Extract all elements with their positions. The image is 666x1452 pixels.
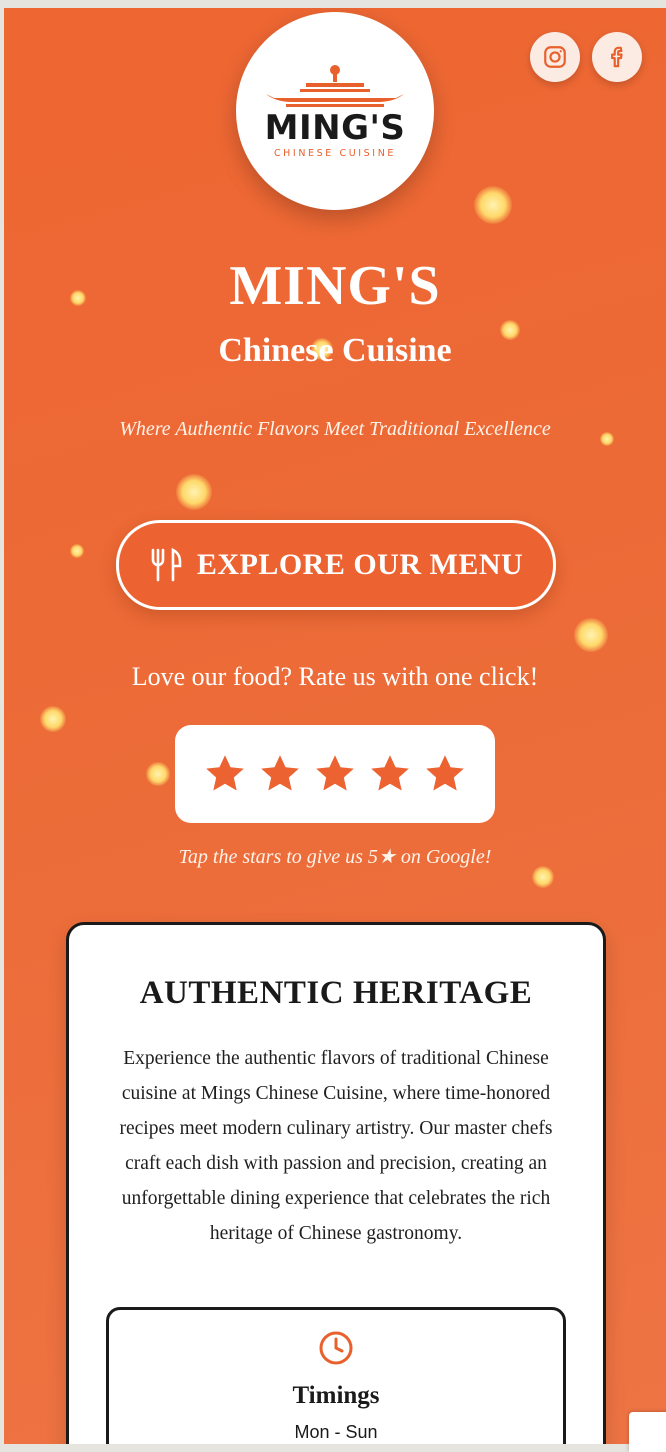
star-icon[interactable]: [257, 751, 303, 797]
heritage-card: AUTHENTIC HERITAGE Experience the authen…: [66, 922, 606, 1444]
restaurant-logo: MING'S CHINESE CUISINE: [236, 12, 434, 210]
instagram-button[interactable]: [530, 32, 580, 82]
rating-prompt: Love our food? Rate us with one click!: [131, 662, 539, 691]
brand-title: MING'S: [229, 255, 441, 317]
rating-hint: Tap the stars to give us 5★ on Google!: [178, 846, 492, 868]
instagram-icon: [544, 46, 566, 68]
star-icon[interactable]: [422, 751, 468, 797]
heritage-description: Experience the authentic flavors of trad…: [119, 1048, 553, 1244]
facebook-icon: [611, 46, 623, 68]
pagoda-icon: [266, 65, 404, 107]
heritage-title: AUTHENTIC HERITAGE: [139, 975, 533, 1011]
decorative-glow: [176, 474, 212, 510]
logo-subtitle: CHINESE CUISINE: [273, 148, 397, 159]
brand-subtitle: Chinese Cuisine: [218, 332, 452, 369]
decorative-glow: [146, 762, 170, 786]
facebook-button[interactable]: [592, 32, 642, 82]
decorative-glow: [70, 544, 84, 558]
timings-days: Mon - Sun: [294, 1422, 378, 1442]
decorative-glow: [574, 618, 608, 652]
timings-card: Timings Mon - Sun: [106, 1307, 566, 1444]
decorative-glow: [40, 706, 66, 732]
star-icon[interactable]: [312, 751, 358, 797]
chat-widget[interactable]: [629, 1412, 666, 1452]
timings-title: Timings: [292, 1382, 380, 1409]
explore-menu-button[interactable]: EXPLORE OUR MENU: [116, 520, 556, 610]
landing-page: MING'S CHINESE CUISINE MING'S Chinese Cu…: [4, 8, 666, 1444]
explore-menu-label: EXPLORE OUR MENU: [196, 548, 524, 581]
utensils-icon: [151, 547, 182, 582]
logo-wordmark: MING'S: [264, 108, 406, 148]
decorative-glow: [532, 866, 554, 888]
star-rating[interactable]: [175, 725, 495, 823]
tagline: Where Authentic Flavors Meet Traditional…: [119, 418, 551, 440]
star-icon[interactable]: [202, 751, 248, 797]
clock-icon: [319, 1331, 353, 1365]
decorative-glow: [474, 186, 512, 224]
star-icon[interactable]: [367, 751, 413, 797]
